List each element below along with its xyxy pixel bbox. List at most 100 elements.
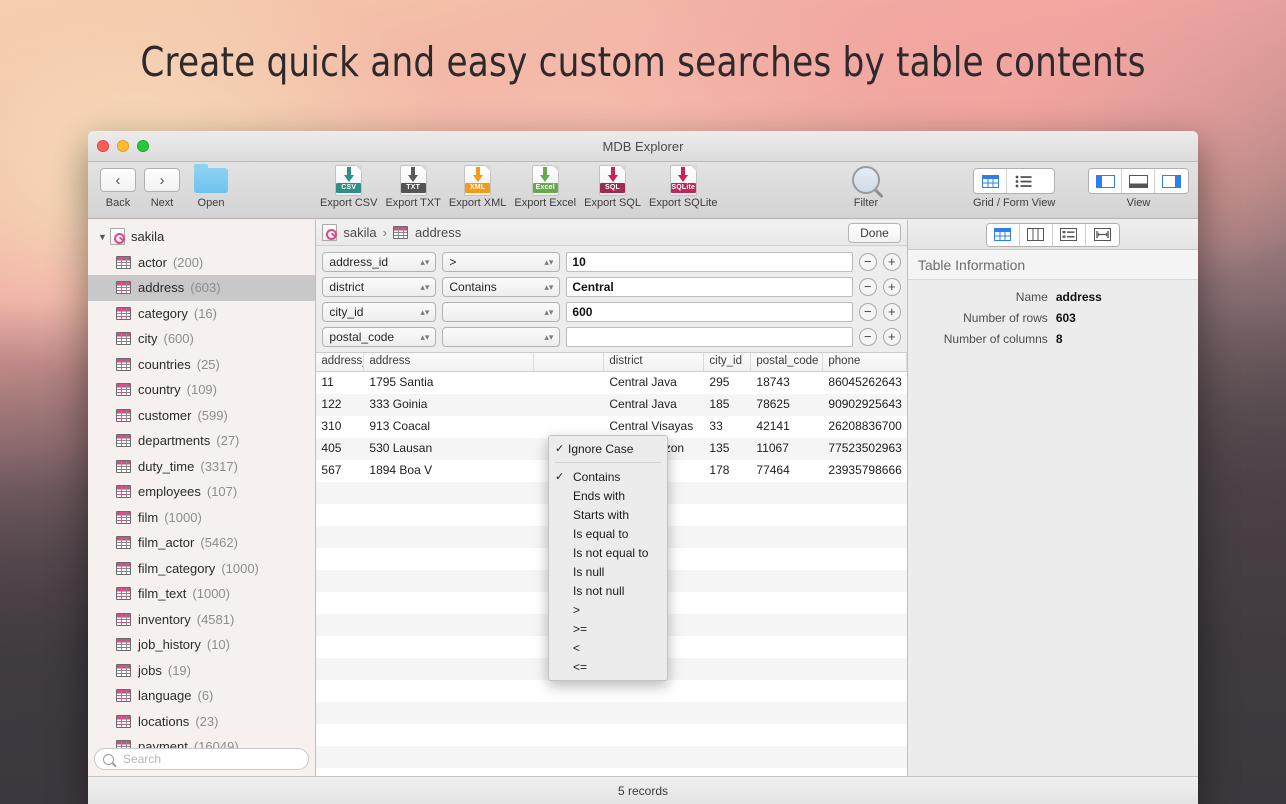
export-xml-button[interactable]: XMLExport XML — [445, 164, 510, 209]
breadcrumb[interactable]: sakila › address — [322, 224, 461, 241]
sidebar-item-jobs[interactable]: jobs(19) — [88, 658, 315, 684]
sidebar-item-locations[interactable]: locations(23) — [88, 709, 315, 735]
table-cell[interactable]: 78625 — [751, 394, 823, 416]
menu-item-starts-with[interactable]: Starts with — [549, 505, 667, 524]
sidebar-item-film_category[interactable]: film_category(1000) — [88, 556, 315, 582]
filter-value-input[interactable]: 10 — [566, 252, 852, 272]
sidebar-item-countries[interactable]: countries(25) — [88, 352, 315, 378]
table-cell[interactable]: 333 Goinia — [364, 394, 534, 416]
filter-operator-select[interactable]: >▴▾ — [442, 252, 560, 272]
back-button[interactable]: ‹ Back — [96, 164, 140, 209]
table-cell[interactable]: 26208836700 — [823, 416, 906, 438]
table-cell[interactable]: 567 — [316, 460, 364, 482]
open-button[interactable]: Open — [190, 164, 232, 209]
filter-value-input[interactable]: Central — [566, 277, 852, 297]
filter-operator-select[interactable]: ▴▾ — [442, 302, 560, 322]
table-cell[interactable]: 1894 Boa V — [364, 460, 534, 482]
table-cell[interactable]: 1795 Santia — [364, 372, 534, 394]
right-pane-toggle[interactable] — [1155, 169, 1188, 193]
sidebar-item-language[interactable]: language(6) — [88, 683, 315, 709]
remove-filter-button[interactable]: − — [859, 278, 877, 296]
add-filter-button[interactable]: + — [883, 253, 901, 271]
table-cell[interactable]: 913 Coacal — [364, 416, 534, 438]
table-cell[interactable]: 86045262643 — [823, 372, 906, 394]
table-cell[interactable]: 530 Lausan — [364, 438, 534, 460]
disclosure-triangle-icon[interactable]: ▼ — [98, 232, 110, 242]
column-header[interactable]: district — [604, 353, 704, 371]
export-sql-button[interactable]: SQLExport SQL — [580, 164, 645, 209]
table-cell[interactable]: 23935798666 — [823, 460, 906, 482]
table-cell[interactable] — [534, 394, 604, 416]
sidebar-item-customer[interactable]: customer(599) — [88, 403, 315, 429]
remove-filter-button[interactable]: − — [859, 303, 877, 321]
menu-item-[interactable]: > — [549, 600, 667, 619]
table-cell[interactable]: Central Java — [604, 372, 704, 394]
table-cell[interactable]: Central Java — [604, 394, 704, 416]
bottom-pane-toggle[interactable] — [1122, 169, 1155, 193]
menu-item-is-equal-to[interactable]: Is equal to — [549, 524, 667, 543]
table-row[interactable]: 122333 Goinia Central Java18578625909029… — [316, 394, 906, 416]
menu-item-is-not-equal-to[interactable]: Is not equal to — [549, 543, 667, 562]
column-header[interactable]: address_id — [316, 353, 364, 371]
sidebar-search[interactable] — [94, 748, 309, 770]
menu-item-contains[interactable]: ✓Contains — [549, 467, 667, 486]
sidebar-item-city[interactable]: city(600) — [88, 326, 315, 352]
sidebar-item-film[interactable]: film(1000) — [88, 505, 315, 531]
table-cell[interactable]: 122 — [316, 394, 364, 416]
menu-item-[interactable]: < — [549, 638, 667, 657]
sidebar-item-film_actor[interactable]: film_actor(5462) — [88, 530, 315, 556]
sidebar-item-inventory[interactable]: inventory(4581) — [88, 607, 315, 633]
grid-view-button[interactable] — [974, 169, 1007, 193]
sidebar-item-film_text[interactable]: film_text(1000) — [88, 581, 315, 607]
breadcrumb-database[interactable]: sakila — [343, 225, 376, 240]
menu-item-is-null[interactable]: Is null — [549, 562, 667, 581]
sidebar-root-sakila[interactable]: ▼sakila — [88, 224, 315, 250]
done-button[interactable]: Done — [848, 223, 901, 243]
table-cell[interactable]: 77464 — [751, 460, 823, 482]
table-cell[interactable] — [534, 372, 604, 394]
database-tree[interactable]: ▼sakilaactor(200)address(603)category(16… — [88, 220, 315, 760]
filter-field-select[interactable]: city_id▴▾ — [322, 302, 436, 322]
menu-item-is-not-null[interactable]: Is not null — [549, 581, 667, 600]
add-filter-button[interactable]: + — [883, 328, 901, 346]
filter-operator-select[interactable]: ▴▾ — [442, 327, 560, 347]
filter-field-select[interactable]: address_id▴▾ — [322, 252, 436, 272]
sidebar-item-country[interactable]: country(109) — [88, 377, 315, 403]
column-header[interactable]: phone — [823, 353, 906, 371]
add-filter-button[interactable]: + — [883, 303, 901, 321]
remove-filter-button[interactable]: − — [859, 253, 877, 271]
menu-item-ignore-case[interactable]: ✓Ignore Case — [549, 439, 667, 458]
window-controls[interactable] — [97, 140, 149, 152]
sidebar-item-employees[interactable]: employees(107) — [88, 479, 315, 505]
inspector-tab-columns[interactable] — [1020, 224, 1053, 246]
filter-field-select[interactable]: district▴▾ — [322, 277, 436, 297]
table-cell[interactable]: 90902925643 — [823, 394, 906, 416]
table-cell[interactable]: 11067 — [751, 438, 823, 460]
export-excel-button[interactable]: ExcelExport Excel — [510, 164, 580, 209]
inspector-tab-table[interactable] — [987, 224, 1020, 246]
left-pane-toggle[interactable] — [1089, 169, 1122, 193]
export-csv-button[interactable]: CSVExport CSV — [316, 164, 381, 209]
next-button[interactable]: › Next — [140, 164, 184, 209]
close-button[interactable] — [97, 140, 109, 152]
filter-field-select[interactable]: postal_code▴▾ — [322, 327, 436, 347]
add-filter-button[interactable]: + — [883, 278, 901, 296]
table-cell[interactable]: 18743 — [751, 372, 823, 394]
minimize-button[interactable] — [117, 140, 129, 152]
sidebar-item-actor[interactable]: actor(200) — [88, 250, 315, 276]
table-cell[interactable]: 33 — [704, 416, 751, 438]
filter-button[interactable]: Filter — [848, 164, 884, 209]
filter-value-input[interactable] — [566, 327, 852, 347]
table-cell[interactable]: 178 — [704, 460, 751, 482]
operator-dropdown-menu[interactable]: ✓Ignore Case✓ContainsEnds withStarts wit… — [548, 435, 668, 681]
filter-value-input[interactable]: 600 — [566, 302, 852, 322]
inspector-tab-width[interactable] — [1086, 224, 1119, 246]
table-cell[interactable]: 405 — [316, 438, 364, 460]
table-row[interactable]: 111795 SantiaCentral Java295187438604526… — [316, 372, 906, 394]
column-header[interactable]: postal_code — [751, 353, 823, 371]
table-cell[interactable]: 310 — [316, 416, 364, 438]
sidebar-item-job_history[interactable]: job_history(10) — [88, 632, 315, 658]
inspector-tab-fields[interactable] — [1053, 224, 1086, 246]
column-header[interactable]: address — [364, 353, 534, 371]
table-cell[interactable]: 295 — [704, 372, 751, 394]
